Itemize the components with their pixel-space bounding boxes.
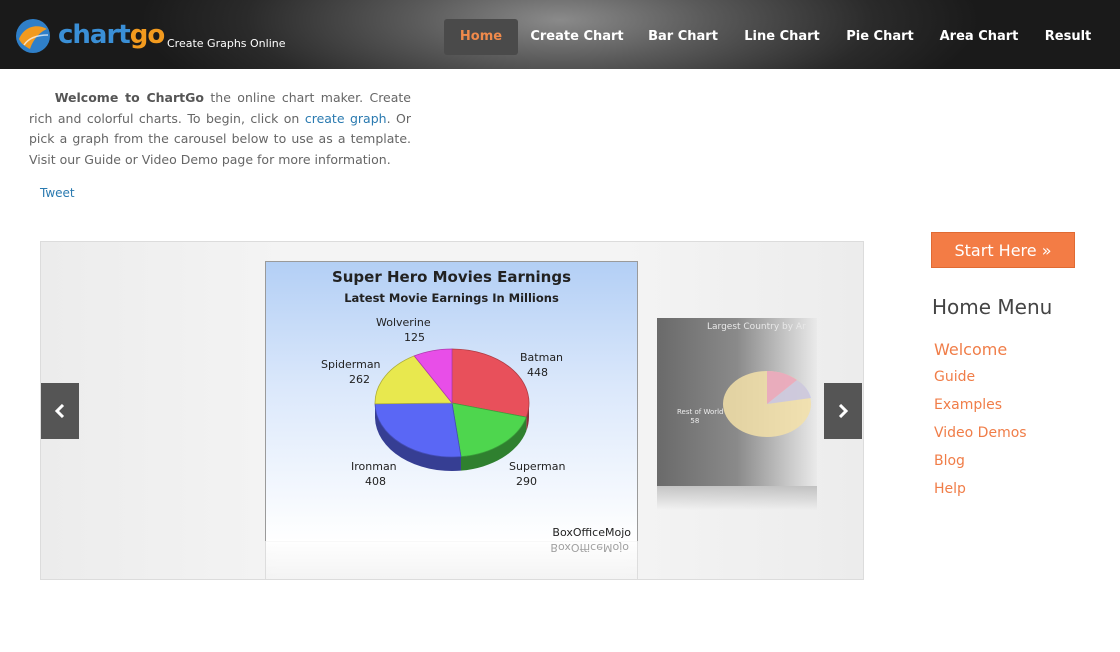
menu-item-blog[interactable]: Blog xyxy=(934,453,965,469)
create-graph-link[interactable]: create graph xyxy=(305,111,387,126)
carousel-prev-button[interactable] xyxy=(41,383,79,439)
logo-wordmark: chartgo xyxy=(58,20,165,50)
tweet-link[interactable]: Tweet xyxy=(40,186,75,200)
main-slide-reflection: BoxOfficeMojo xyxy=(265,541,638,579)
side-pie-thumbnail xyxy=(723,371,811,437)
nav-area-chart[interactable]: Area Chart xyxy=(934,19,1024,55)
pie-label-spiderman: Spiderman 262 xyxy=(321,358,381,386)
nav-line-chart[interactable]: Line Chart xyxy=(737,19,827,55)
pie-label-wolverine: Wolverine 125 xyxy=(376,316,431,344)
pie-chart xyxy=(374,348,530,471)
home-menu-title: Home Menu xyxy=(932,295,1053,319)
chart-source: BoxOfficeMojo xyxy=(552,526,631,539)
pie-label-superman: Superman 290 xyxy=(509,460,566,488)
start-here-button[interactable]: Start Here » xyxy=(931,232,1075,268)
menu-item-help[interactable]: Help xyxy=(934,481,966,497)
template-carousel[interactable]: Largest Country by Ar Rest of World 58 S… xyxy=(40,241,864,580)
menu-item-welcome[interactable]: Welcome xyxy=(934,340,1007,359)
pie-slice-ironman xyxy=(374,402,462,458)
nav-create-chart[interactable]: Create Chart xyxy=(526,19,628,55)
top-header: chartgo Create Graphs Online Home Create… xyxy=(0,0,1120,69)
chevron-left-icon xyxy=(54,404,65,418)
nav-home[interactable]: Home xyxy=(444,19,518,55)
menu-item-guide[interactable]: Guide xyxy=(934,369,975,385)
site-tagline: Create Graphs Online xyxy=(167,37,286,50)
chartgo-logo[interactable]: chartgo xyxy=(14,14,165,58)
carousel-next-button[interactable] xyxy=(824,383,862,439)
main-chart-slide[interactable]: Super Hero Movies Earnings Latest Movie … xyxy=(265,261,638,542)
intro-bold: Welcome to ChartGo xyxy=(54,90,204,105)
menu-item-examples[interactable]: Examples xyxy=(934,397,1002,413)
chevron-right-icon xyxy=(838,404,849,418)
nav-result[interactable]: Result xyxy=(1038,19,1098,55)
nav-pie-chart[interactable]: Pie Chart xyxy=(839,19,921,55)
globe-logo-icon xyxy=(16,19,50,53)
pie-label-ironman: Ironman 408 xyxy=(351,460,397,488)
nav-bar-chart[interactable]: Bar Chart xyxy=(642,19,724,55)
pie-label-batman: Batman 448 xyxy=(520,351,564,379)
menu-item-video-demos[interactable]: Video Demos xyxy=(934,425,1027,441)
intro-paragraph: Welcome to ChartGo the online chart make… xyxy=(29,88,411,170)
side-slide-preview[interactable]: Largest Country by Ar Rest of World 58 xyxy=(657,318,817,486)
side-slide-label: Rest of World 58 xyxy=(677,408,724,425)
